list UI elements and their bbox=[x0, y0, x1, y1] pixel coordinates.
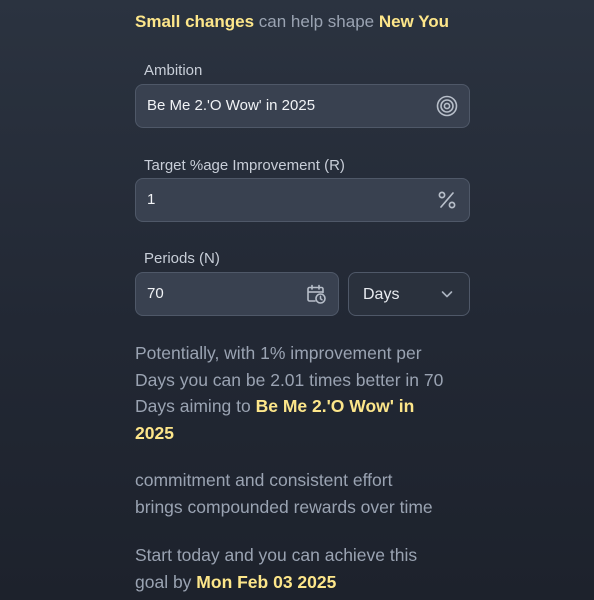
start-paragraph: Start today and you can achieve this goa… bbox=[135, 542, 480, 595]
start-line-2: goal by Mon Feb 03 2025 bbox=[135, 569, 480, 596]
periods-label: Periods (N) bbox=[144, 250, 220, 267]
headline-middle: can help shape bbox=[254, 12, 379, 31]
commitment-line-1: commitment and consistent effort bbox=[135, 470, 393, 490]
periods-value: 70 bbox=[147, 285, 164, 302]
goal-date: Mon Feb 03 2025 bbox=[196, 571, 337, 592]
result-goal-prefix: Days aiming to bbox=[135, 396, 256, 416]
period-unit-value: Days bbox=[363, 286, 400, 303]
ambition-field[interactable]: Be Me 2.'O Wow' in 2025 bbox=[135, 84, 470, 128]
periods-field[interactable]: 70 bbox=[135, 272, 339, 316]
result-line-2: Days you can be 2.01 times better in 70 bbox=[135, 369, 444, 390]
result-goal-name: Be Me 2.'O Wow' in bbox=[255, 396, 415, 416]
chevron-down-icon bbox=[441, 291, 453, 298]
commitment-paragraph: commitment and consistent effort brings … bbox=[135, 467, 480, 520]
period-unit-select[interactable]: Days bbox=[348, 272, 470, 316]
result-line-1: Potentially, with 1% improvement per bbox=[135, 343, 422, 363]
headline-new-you: New You bbox=[378, 12, 450, 31]
result-paragraph: Potentially, with 1% improvement per Day… bbox=[135, 340, 480, 446]
target-icon bbox=[436, 95, 458, 117]
target-improvement-value: 1 bbox=[147, 191, 156, 208]
page-headline: Small changes can help shape New You bbox=[135, 11, 495, 33]
target-label: Target %age Improvement (R) bbox=[144, 157, 345, 174]
percent-icon bbox=[438, 191, 456, 209]
commitment-line-2: brings compounded rewards over time bbox=[135, 496, 433, 517]
start-goal-prefix: goal by bbox=[135, 571, 197, 592]
start-line-1: Start today and you can achieve this bbox=[135, 545, 418, 565]
calendar-clock-icon bbox=[307, 284, 326, 304]
result-line-3: Days aiming to Be Me 2.'O Wow' in bbox=[135, 393, 480, 420]
ambition-label: Ambition bbox=[144, 62, 203, 79]
headline-small-changes: Small changes bbox=[135, 12, 255, 31]
target-improvement-field[interactable]: 1 bbox=[135, 178, 470, 222]
ambition-value: Be Me 2.'O Wow' in 2025 bbox=[147, 97, 316, 114]
result-goal-year: 2025 bbox=[135, 422, 174, 443]
